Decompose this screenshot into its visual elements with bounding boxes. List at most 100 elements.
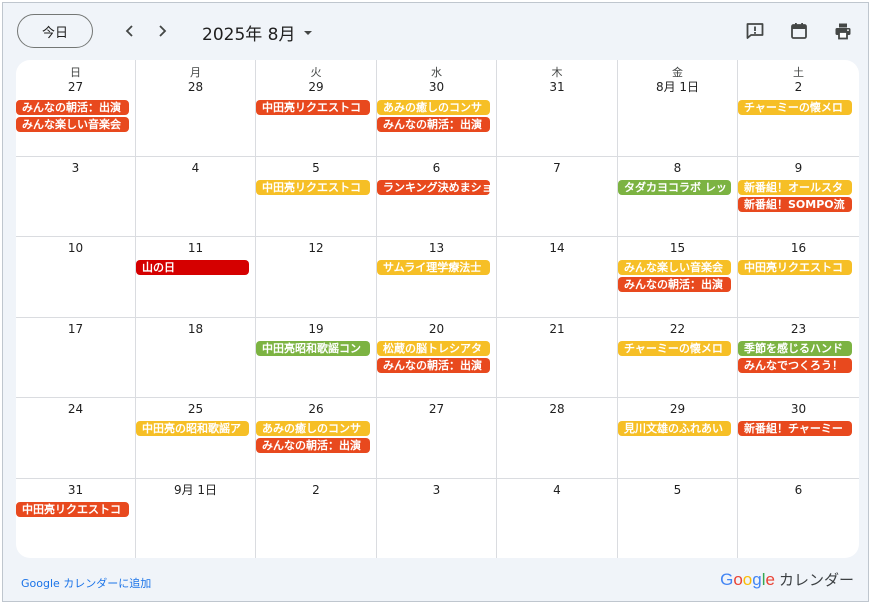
day-number: 10: [67, 241, 84, 255]
event-chip[interactable]: あみの癒しのコンサ: [377, 100, 490, 115]
day-cell[interactable]: 30 新番組！チャーミー: [738, 398, 859, 479]
day-cell[interactable]: 日 27 みんなの朝活：出演 みんな楽しい音楽会: [16, 60, 136, 157]
day-cell[interactable]: 24: [16, 398, 136, 479]
day-cell[interactable]: 水 30 あみの癒しのコンサ みんなの朝活：出演: [377, 60, 497, 157]
event-chip[interactable]: 新番組！SOMPO流: [738, 197, 852, 212]
event-chip[interactable]: みんなの朝活：出演: [16, 100, 129, 115]
event-chip[interactable]: サムライ理学療法士: [377, 260, 490, 275]
day-cell[interactable]: 5 中田亮リクエストコ: [256, 157, 377, 237]
day-number: 18: [187, 322, 204, 336]
day-cell[interactable]: 6: [738, 479, 859, 558]
day-cell[interactable]: 28: [497, 398, 618, 479]
event-chip[interactable]: みんなの朝活：出演: [618, 277, 731, 292]
day-cell[interactable]: 月 28: [136, 60, 256, 157]
day-cell[interactable]: 29 見川文雄のふれあい: [618, 398, 738, 479]
event-chip[interactable]: 山の日: [136, 260, 249, 275]
event-list: 新番組！チャーミー: [738, 421, 852, 438]
day-number: 9: [794, 161, 803, 175]
day-number: 4: [191, 161, 200, 175]
calendar-view-button[interactable]: [787, 19, 811, 43]
day-cell[interactable]: 3: [377, 479, 497, 558]
day-cell[interactable]: 16 中田亮リクエストコ: [738, 237, 859, 318]
event-list: 中田亮リクエストコ: [16, 502, 129, 519]
event-chip[interactable]: チャーミーの懐メロ: [618, 341, 731, 356]
day-cell[interactable]: 木 31: [497, 60, 618, 157]
event-chip[interactable]: 中田亮リクエストコ: [738, 260, 852, 275]
event-chip[interactable]: 新番組！チャーミー: [738, 421, 852, 436]
event-chip[interactable]: みんなでつくろう！: [738, 358, 852, 373]
event-list: サムライ理学療法士: [377, 260, 490, 277]
day-cell[interactable]: 金 8月 1日: [618, 60, 738, 157]
event-chip[interactable]: 松蔵の脳トレシアタ: [377, 341, 490, 356]
event-chip[interactable]: 中田亮昭和歌謡コン: [256, 341, 370, 356]
day-cell[interactable]: 14: [497, 237, 618, 318]
day-cell[interactable]: 23 季節を感じるハンド みんなでつくろう！: [738, 318, 859, 398]
day-cell[interactable]: 4: [136, 157, 256, 237]
event-chip[interactable]: 季節を感じるハンド: [738, 341, 852, 356]
next-month-button[interactable]: [148, 17, 176, 45]
day-number: 29: [669, 402, 686, 416]
caret-down-icon: [304, 30, 313, 35]
day-cell[interactable]: 18: [136, 318, 256, 398]
day-cell[interactable]: 20 松蔵の脳トレシアタ みんなの朝活：出演: [377, 318, 497, 398]
event-chip[interactable]: みんなの朝活：出演: [377, 358, 490, 373]
day-cell[interactable]: 19 中田亮昭和歌謡コン: [256, 318, 377, 398]
day-cell[interactable]: 2: [256, 479, 377, 558]
feedback-icon: [746, 23, 764, 39]
day-cell[interactable]: 火 29 中田亮リクエストコ: [256, 60, 377, 157]
today-button[interactable]: 今日: [17, 14, 93, 48]
event-chip[interactable]: タダカヨコラボ レッ: [618, 180, 731, 195]
event-chip[interactable]: 中田亮リクエストコ: [256, 180, 370, 195]
day-cell[interactable]: 8 タダカヨコラボ レッ: [618, 157, 738, 237]
day-cell[interactable]: 10: [16, 237, 136, 318]
day-cell[interactable]: 22 チャーミーの懐メロ: [618, 318, 738, 398]
day-cell[interactable]: 5: [618, 479, 738, 558]
day-cell[interactable]: 17: [16, 318, 136, 398]
day-cell[interactable]: 12: [256, 237, 377, 318]
event-chip[interactable]: あみの癒しのコンサ: [256, 421, 370, 436]
event-chip[interactable]: みんなの朝活：出演: [377, 117, 490, 132]
event-chip[interactable]: 中田亮リクエストコ: [256, 100, 370, 115]
day-cell[interactable]: 13 サムライ理学療法士: [377, 237, 497, 318]
day-number: 31: [549, 80, 565, 94]
day-cell[interactable]: 27: [377, 398, 497, 479]
day-number: 6: [432, 161, 441, 175]
event-chip[interactable]: 見川文雄のふれあい: [618, 421, 731, 436]
event-chip[interactable]: 新番組！オールスタ: [738, 180, 852, 195]
day-cell[interactable]: 21: [497, 318, 618, 398]
print-button[interactable]: [831, 19, 855, 43]
day-cell[interactable]: 11 山の日: [136, 237, 256, 318]
event-chip[interactable]: みんな楽しい音楽会: [618, 260, 731, 275]
day-cell[interactable]: 7: [497, 157, 618, 237]
day-cell[interactable]: 9 新番組！オールスタ 新番組！SOMPO流: [738, 157, 859, 237]
weekday-label: 木: [551, 66, 563, 79]
day-cell[interactable]: 3: [16, 157, 136, 237]
event-chip[interactable]: 中田亮リクエストコ: [16, 502, 129, 517]
day-cell[interactable]: 6 ランキング決めまショ: [377, 157, 497, 237]
month-selector[interactable]: 2025年 8月: [202, 20, 313, 45]
day-cell[interactable]: 31 中田亮リクエストコ: [16, 479, 136, 558]
event-list: 見川文雄のふれあい: [618, 421, 731, 438]
event-chip[interactable]: チャーミーの懐メロ: [738, 100, 852, 115]
event-chip[interactable]: みんなの朝活：出演: [256, 438, 370, 453]
event-list: みんな楽しい音楽会 みんなの朝活：出演: [618, 260, 731, 294]
day-number: 13: [428, 241, 445, 255]
weekday-label: 金: [672, 66, 683, 79]
day-cell[interactable]: 26 あみの癒しのコンサ みんなの朝活：出演: [256, 398, 377, 479]
feedback-button[interactable]: [743, 19, 767, 43]
day-cell[interactable]: 土 2 チャーミーの懐メロ: [738, 60, 859, 157]
day-cell[interactable]: 4: [497, 479, 618, 558]
add-to-google-calendar-link[interactable]: Google カレンダーに追加: [21, 575, 151, 591]
day-cell[interactable]: 15 みんな楽しい音楽会 みんなの朝活：出演: [618, 237, 738, 318]
day-number: 31: [67, 483, 84, 497]
event-chip[interactable]: ランキング決めまショ: [377, 180, 490, 195]
event-list: チャーミーの懐メロ: [738, 100, 852, 117]
day-number: 27: [428, 402, 445, 416]
day-cell[interactable]: 25 中田亮の昭和歌謡ア: [136, 398, 256, 479]
day-cell[interactable]: 9月 1日: [136, 479, 256, 558]
day-number: 30: [428, 80, 445, 94]
prev-month-button[interactable]: [116, 17, 144, 45]
day-number: 9月 1日: [173, 483, 218, 497]
event-chip[interactable]: 中田亮の昭和歌謡ア: [136, 421, 249, 436]
event-chip[interactable]: みんな楽しい音楽会: [16, 117, 129, 132]
